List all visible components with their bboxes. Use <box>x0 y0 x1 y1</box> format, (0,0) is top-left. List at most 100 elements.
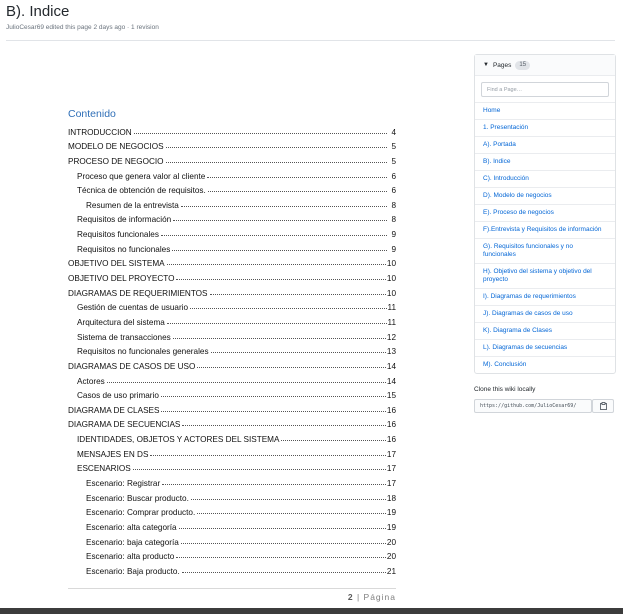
sidebar-page-link[interactable]: F).Entrevista y Requisitos de informació… <box>475 221 615 238</box>
sidebar-page-link[interactable]: I). Diagramas de requerimientos <box>475 288 615 305</box>
toc-entry-page: 16 <box>386 405 396 415</box>
sidebar-page-link[interactable]: J). Diagramas de casos de uso <box>475 305 615 322</box>
sidebar-page-link[interactable]: M). Conclusión <box>475 356 615 373</box>
toc-entry: Escenario: Buscar producto. 18 <box>68 488 396 503</box>
toc-entry-page: 16 <box>386 420 396 430</box>
pages-toggle[interactable]: ▼ Pages 15 <box>475 55 615 76</box>
sidebar-page-link[interactable]: L). Diagramas de secuencias <box>475 339 615 356</box>
toc-entry-page: 17 <box>386 479 396 489</box>
toc-heading: Contenido <box>68 108 116 120</box>
toc-entry: Actores 14 <box>68 371 396 386</box>
toc-entry-page: 20 <box>386 552 396 562</box>
pages-count-badge: 15 <box>515 60 531 70</box>
pages-sidebar: ▼ Pages 15 Find a Page… Home 1. Presentac… <box>474 54 616 374</box>
toc-dot-leader <box>178 527 386 529</box>
toc-entry-text: DIAGRAMA DE CLASES <box>68 405 160 415</box>
toc-entry: Requisitos no funcionales generales 13 <box>68 342 396 357</box>
toc-dot-leader <box>160 235 387 237</box>
sidebar-page-link[interactable]: K). Diagrama de Clases <box>475 322 615 339</box>
toc-entry-page: 16 <box>386 435 396 445</box>
toc-dot-leader <box>150 454 386 456</box>
toc-entry-text: Escenario: baja categoría <box>86 537 179 547</box>
toc-entry-text: Actores <box>77 376 105 386</box>
toc-entry: Proceso que genera valor al cliente 6 <box>68 166 396 181</box>
toc-dot-leader <box>181 571 386 573</box>
toc-entry: DIAGRAMAS DE CASOS DE USO 14 <box>68 356 396 371</box>
header-divider <box>6 40 615 41</box>
sidebar-page-link[interactable]: G). Requisitos funcionales y no funciona… <box>475 238 615 263</box>
toc-entry: INTRODUCCION 4 <box>68 122 396 137</box>
toc-entry-text: Escenario: alta categoría <box>86 522 177 532</box>
toc-entry-text: OBJETIVO DEL PROYECTO <box>68 274 175 284</box>
toc-entry-page: 20 <box>386 537 396 547</box>
toc-entry: Escenario: baja categoría 20 <box>68 532 396 547</box>
toc-entry: IDENTIDADES, OBJETOS Y ACTORES DEL SISTE… <box>68 429 396 444</box>
sidebar-page-link[interactable]: D). Modelo de negocios <box>475 187 615 204</box>
toc-entry: OBJETIVO DEL SISTEMA 10 <box>68 254 396 269</box>
toc-entry: Sistema de transacciones 12 <box>68 327 396 342</box>
find-page-input[interactable]: Find a Page… <box>481 82 609 97</box>
toc-entry: Técnica de obtención de requisitos. 6 <box>68 181 396 196</box>
toc-entry: DIAGRAMA DE CLASES 16 <box>68 400 396 415</box>
toc-entry-text: Escenario: Comprar producto. <box>86 508 196 518</box>
toc-dot-leader <box>160 396 386 398</box>
page-header: B). Indice JulioCesar69 edited this page… <box>6 2 617 31</box>
toc-entry-page: 8 <box>391 215 396 225</box>
toc-entry-page: 4 <box>391 127 396 137</box>
toc-entry: Escenario: Registrar 17 <box>68 473 396 488</box>
toc-entry: Arquitectura del sistema 11 <box>68 312 396 327</box>
toc-entry-text: Requisitos no funcionales generales <box>77 347 209 357</box>
toc-entry-page: 18 <box>386 493 396 503</box>
toc-entry-page: 9 <box>391 230 396 240</box>
sidebar-page-link[interactable]: E). Proceso de negocios <box>475 204 615 221</box>
sidebar-page-link[interactable]: B). Indice <box>475 153 615 170</box>
toc-document: Contenido INTRODUCCION 4 MODELO DE NEGOCIO… <box>68 108 396 576</box>
clone-url-input[interactable]: https://github.com/JulioCesar69/ <box>474 399 592 413</box>
toc-entry-page: 5 <box>391 156 396 166</box>
toc-entry-page: 10 <box>386 274 396 284</box>
toc-entry-text: Proceso que genera valor al cliente <box>77 171 206 181</box>
footer-label: | Página <box>353 592 396 602</box>
toc-entry-text: Escenario: Baja producto. <box>86 566 180 576</box>
toc-entry-text: DIAGRAMA DE SECUENCIAS <box>68 420 181 430</box>
toc-entry-page: 5 <box>391 142 396 152</box>
toc-entry-text: Requisitos de información <box>77 215 172 225</box>
sidebar-page-link[interactable]: Home <box>475 102 615 119</box>
toc-entry: DIAGRAMA DE SECUENCIAS 16 <box>68 415 396 430</box>
toc-entry-page: 10 <box>386 259 396 269</box>
toc-entry: Escenario: Comprar producto. 19 <box>68 503 396 518</box>
toc-dot-leader <box>166 322 387 324</box>
toc-dot-leader <box>182 425 386 427</box>
toc-entry: Casos de uso primario 15 <box>68 386 396 401</box>
toc-entry-text: MODELO DE NEGOCIOS <box>68 142 164 152</box>
toc-entry: Escenario: Baja producto. 21 <box>68 561 396 576</box>
toc-entry-page: 15 <box>386 391 396 401</box>
toc-entry-text: DIAGRAMAS DE REQUERIMIENTOS <box>68 288 208 298</box>
sidebar-page-link[interactable]: C). Introducción <box>475 170 615 187</box>
sidebar-page-link[interactable]: 1. Presentación <box>475 119 615 136</box>
toc-entry-page: 11 <box>387 303 397 313</box>
sidebar-page-link[interactable]: H). Objetivo del sistema y objetivo del … <box>475 263 615 288</box>
toc-entry-text: MENSAJES EN DS <box>77 449 149 459</box>
toc-entry: MODELO DE NEGOCIOS 5 <box>68 137 396 152</box>
toc-entry-page: 6 <box>391 186 396 196</box>
toc-dot-leader <box>166 264 386 266</box>
toc-entry-text: IDENTIDADES, OBJETOS Y ACTORES DEL SISTE… <box>77 435 280 445</box>
toc-entry: Requisitos de información 8 <box>68 210 396 225</box>
toc-dot-leader <box>180 542 386 544</box>
toc-dot-leader <box>197 366 386 368</box>
toc-dot-leader <box>176 279 386 281</box>
toc-entry-page: 9 <box>391 244 396 254</box>
copy-clone-url-button[interactable] <box>592 399 614 413</box>
toc-entry-text: Escenario: Registrar <box>86 479 161 489</box>
toc-dot-leader <box>165 161 387 163</box>
toc-dot-leader <box>162 484 386 486</box>
toc-entry-text: Arquitectura del sistema <box>77 317 165 327</box>
toc-entry: ESCENARIOS 17 <box>68 459 396 473</box>
toc-dot-leader <box>132 469 386 471</box>
toc-entry-page: 19 <box>386 508 396 518</box>
sidebar-page-link[interactable]: A). Portada <box>475 136 615 153</box>
toc-dot-leader <box>172 249 387 251</box>
toc-dot-leader <box>180 205 387 207</box>
pages-header-label: Pages <box>492 61 512 69</box>
